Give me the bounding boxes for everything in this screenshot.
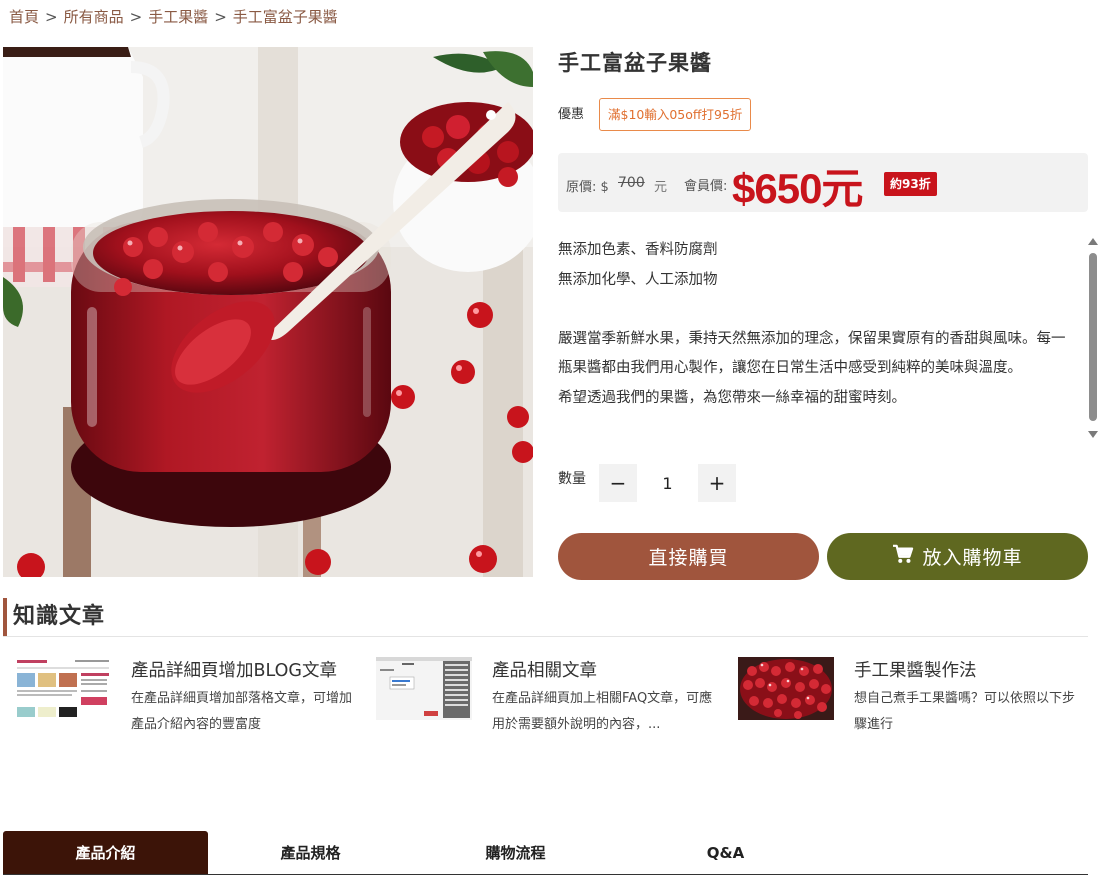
description-line (558, 295, 1070, 325)
product-tabs: 產品介紹 產品規格 購物流程 Q&A (3, 831, 1088, 875)
promo-label: 優惠 (558, 107, 585, 122)
breadcrumb-current[interactable]: 手工富盆子果醬 (233, 6, 338, 27)
original-price-label: 原價: $ (566, 180, 609, 195)
article-excerpt: 在產品詳細頁增加部落格文章，可增加產品介紹內容的豐富度 (131, 691, 353, 732)
quantity-label: 數量 (558, 471, 586, 487)
buy-now-label: 直接購買 (648, 547, 729, 569)
article-thumbnail[interactable] (15, 657, 111, 720)
product-title: 手工富盆子果醬 (558, 51, 712, 75)
article-thumbnail[interactable] (738, 657, 834, 720)
article-thumbnail[interactable] (376, 657, 472, 720)
quantity-decrease-button[interactable]: − (599, 464, 637, 502)
scrollbar-thumb[interactable] (1089, 253, 1097, 421)
tab-product-spec[interactable]: 產品規格 (208, 831, 413, 874)
breadcrumb-all-products[interactable]: 所有商品 (64, 6, 124, 27)
member-price-label: 會員價: (684, 179, 728, 194)
product-description: 無添加色素、香料防腐劑 無添加化學、人工添加物 嚴選當季新鮮水果，秉持天然無添加… (558, 236, 1070, 442)
original-price: 700 (618, 175, 645, 191)
shopping-cart-icon (892, 544, 914, 569)
breadcrumb-separator: > (214, 7, 227, 26)
tab-qa[interactable]: Q&A (618, 831, 833, 874)
description-line: 希望透過我們的果醬，為您帶來一絲幸福的甜蜜時刻。 (558, 389, 906, 406)
description-line: 無添加色素、香料防腐劑 (558, 242, 718, 258)
article-title[interactable]: 產品相關文章 (492, 657, 597, 682)
original-price-unit: 元 (654, 180, 668, 195)
article-excerpt: 想自己煮手工果醬嗎？可以依照以下步驟進行 (854, 691, 1076, 732)
knowledge-section-title: 知識文章 (3, 598, 105, 636)
quantity-input[interactable] (637, 464, 698, 502)
triangle-down-icon[interactable] (1088, 431, 1098, 438)
breadcrumb-home[interactable]: 首頁 (9, 6, 39, 27)
quantity-increase-button[interactable]: + (698, 464, 736, 502)
tab-shopping-process[interactable]: 購物流程 (413, 831, 618, 874)
add-to-cart-button[interactable]: 放入購物車 (827, 533, 1088, 580)
price-box: 原價: $ 700 元 會員價: $650元 約93折 (558, 153, 1088, 212)
discount-badge: 約93折 (884, 172, 937, 196)
promo-badge[interactable]: 滿$10輸入05off打95折 (599, 98, 752, 131)
article-card[interactable]: 手工果醬製作法 想自己煮手工果醬嗎？可以依照以下步驟進行 (738, 657, 1078, 737)
article-excerpt: 在產品詳細頁加上相關FAQ文章，可應用於需要額外說明的內容，... (492, 691, 713, 732)
buy-now-button[interactable]: 直接購買 (558, 533, 819, 580)
description-scrollbar[interactable] (1087, 238, 1099, 438)
member-price: $650元 (732, 165, 863, 212)
quantity-stepper: − + (599, 464, 736, 502)
breadcrumb-separator: > (129, 7, 143, 26)
article-title[interactable]: 手工果醬製作法 (854, 657, 977, 682)
breadcrumb-separator: > (45, 7, 58, 26)
description-line: 嚴選當季新鮮水果，秉持天然無添加的理念，保留果實原有的香甜與風味。每一瓶果醬都由… (558, 330, 1066, 377)
breadcrumb: 首頁 > 所有商品 > 手工果醬 > 手工富盆子果醬 (9, 6, 338, 27)
section-divider (3, 636, 1088, 637)
breadcrumb-category[interactable]: 手工果醬 (148, 6, 208, 27)
article-card[interactable]: 產品相關文章 在產品詳細頁加上相關FAQ文章，可應用於需要額外說明的內容，... (376, 657, 716, 737)
triangle-up-icon[interactable] (1088, 238, 1098, 245)
description-line: 無添加化學、人工添加物 (558, 271, 718, 288)
article-card[interactable]: 產品詳細頁增加BLOG文章 在產品詳細頁增加部落格文章，可增加產品介紹內容的豐富… (15, 657, 355, 737)
add-to-cart-label: 放入購物車 (922, 547, 1023, 569)
tab-product-intro[interactable]: 產品介紹 (3, 831, 208, 874)
product-image[interactable] (3, 47, 533, 577)
article-title[interactable]: 產品詳細頁增加BLOG文章 (131, 657, 337, 682)
